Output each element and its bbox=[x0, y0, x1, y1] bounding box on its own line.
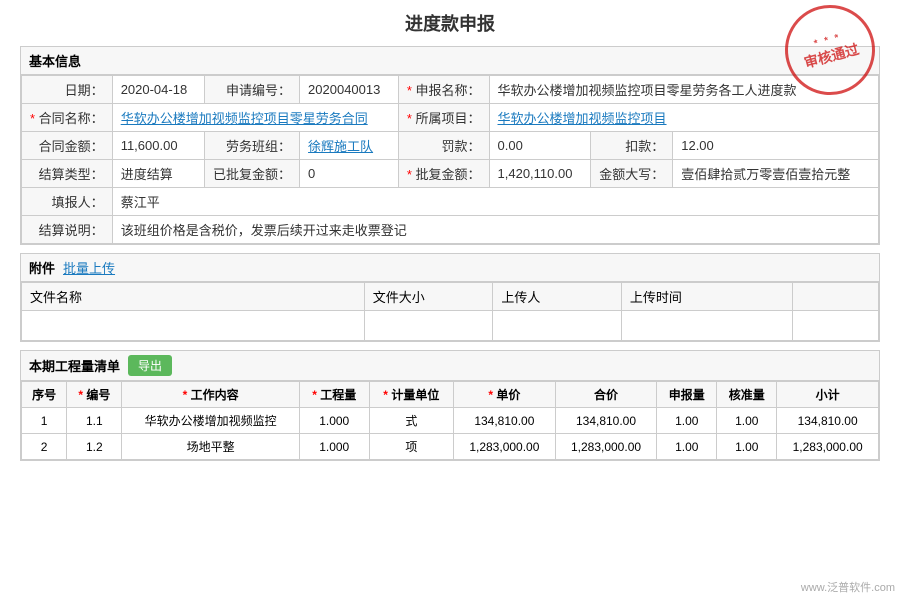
date-label: 日期： bbox=[22, 76, 113, 104]
apply-no-label: 申请编号： bbox=[205, 76, 300, 104]
remark-label: 结算说明： bbox=[22, 216, 113, 244]
date-value: 2020-04-18 bbox=[112, 76, 204, 104]
col-unit-price: 单价 bbox=[454, 382, 556, 408]
attach-empty-row bbox=[22, 311, 879, 341]
contract-amount-value: 11,600.00 bbox=[112, 132, 204, 160]
belong-project-value: 华软办公楼增加视频监控项目 bbox=[489, 104, 878, 132]
batch-upload-link[interactable]: 批量上传 bbox=[63, 258, 115, 277]
contract-amount-label: 合同金额： bbox=[22, 132, 113, 160]
col-quantity: 工程量 bbox=[299, 382, 369, 408]
page-container: * * * 审核通过 进度款申报 基本信息 日期： 2020-04-18 申请编… bbox=[0, 0, 900, 600]
col-seq: 序号 bbox=[22, 382, 67, 408]
col-content: 工作内容 bbox=[122, 382, 299, 408]
col-subtotal: 小计 bbox=[777, 382, 879, 408]
contract-name-label: 合同名称： bbox=[22, 104, 113, 132]
contract-name-link[interactable]: 华软办公楼增加视频监控项目零星劳务合同 bbox=[121, 111, 368, 126]
labor-group-label: 劳务班组： bbox=[205, 132, 300, 160]
filler-value: 蔡江平 bbox=[112, 188, 878, 216]
batch-amount-value: 1,420,110.00 bbox=[489, 160, 591, 188]
attach-col-filename: 文件名称 bbox=[22, 283, 365, 311]
attach-col-filesize: 文件大小 bbox=[364, 283, 493, 311]
watermark: www.泛普软件.com bbox=[801, 579, 895, 595]
attachment-section: 附件 批量上传 文件名称 文件大小 上传人 上传时间 bbox=[20, 253, 880, 342]
belong-project-label: 所属项目： bbox=[398, 104, 489, 132]
apply-name-label: 申报名称： bbox=[398, 76, 489, 104]
work-items-table: 序号 编号 工作内容 工程量 计量单位 单价 合价 申报量 核准量 小计 11.… bbox=[21, 381, 879, 460]
attachment-header: 附件 批量上传 bbox=[21, 254, 879, 282]
work-items-header: 本期工程量清单 导出 bbox=[21, 351, 879, 381]
work-items-label: 本期工程量清单 bbox=[29, 356, 120, 375]
filler-label: 填报人： bbox=[22, 188, 113, 216]
export-button[interactable]: 导出 bbox=[128, 355, 172, 376]
page-title: 进度款申报 bbox=[20, 10, 880, 36]
labor-group-link[interactable]: 徐辉施工队 bbox=[308, 139, 373, 154]
attach-col-action bbox=[793, 283, 879, 311]
amount-capital-label: 金额大写： bbox=[591, 160, 673, 188]
work-item-row: 21.2场地平整1.000项1,283,000.001,283,000.001.… bbox=[22, 434, 879, 460]
attach-col-uploader: 上传人 bbox=[493, 283, 622, 311]
batch-amount-label: 批复金额： bbox=[398, 160, 489, 188]
work-item-row: 11.1华软办公楼增加视频监控1.000式134,810.00134,810.0… bbox=[22, 408, 879, 434]
penalty-value: 0.00 bbox=[489, 132, 591, 160]
deduct-label: 扣款： bbox=[591, 132, 673, 160]
col-total: 合价 bbox=[555, 382, 657, 408]
col-unit: 计量单位 bbox=[369, 382, 453, 408]
approved-amount-value: 0 bbox=[300, 160, 399, 188]
attachment-label: 附件 bbox=[29, 258, 55, 277]
deduct-value: 12.00 bbox=[673, 132, 879, 160]
col-code: 编号 bbox=[67, 382, 122, 408]
attach-col-uploadtime: 上传时间 bbox=[621, 283, 792, 311]
basic-info-header: 基本信息 bbox=[21, 47, 879, 75]
belong-project-link[interactable]: 华软办公楼增加视频监控项目 bbox=[498, 111, 667, 126]
amount-capital-value: 壹佰肆拾贰万零壹佰壹拾元整 bbox=[673, 160, 879, 188]
col-declared: 申报量 bbox=[657, 382, 717, 408]
settlement-type-value: 进度结算 bbox=[112, 160, 204, 188]
work-items-section: 本期工程量清单 导出 序号 编号 工作内容 工程量 计量单位 单价 合价 申报量… bbox=[20, 350, 880, 461]
apply-no-value: 2020040013 bbox=[300, 76, 399, 104]
labor-group-value: 徐辉施工队 bbox=[300, 132, 399, 160]
basic-info-section: 基本信息 日期： 2020-04-18 申请编号： 2020040013 申报名… bbox=[20, 46, 880, 245]
settlement-type-label: 结算类型： bbox=[22, 160, 113, 188]
basic-info-table: 日期： 2020-04-18 申请编号： 2020040013 申报名称： 华软… bbox=[21, 75, 879, 244]
penalty-label: 罚款： bbox=[398, 132, 489, 160]
contract-name-value: 华软办公楼增加视频监控项目零星劳务合同 bbox=[112, 104, 398, 132]
approved-amount-label: 已批复金额： bbox=[205, 160, 300, 188]
attachment-table: 文件名称 文件大小 上传人 上传时间 bbox=[21, 282, 879, 341]
col-approved: 核准量 bbox=[717, 382, 777, 408]
remark-value: 该班组价格是含税价，发票后续开过来走收票登记 bbox=[112, 216, 878, 244]
